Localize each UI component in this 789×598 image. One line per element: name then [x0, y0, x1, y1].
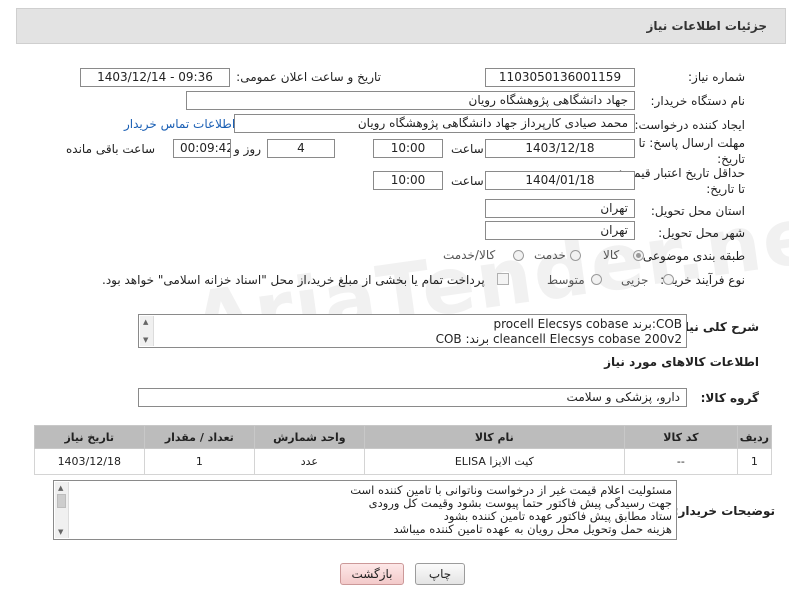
validity-date-field: 1404/01/18 [485, 171, 635, 190]
buyer-notes-label: توضیحات خریدار: [673, 504, 775, 518]
creator-field: محمد صیادی کارپرداز جهاد دانشگاهی پژوهشگ… [234, 114, 635, 133]
cell-name: کیت الایزا ELISA [363, 448, 626, 475]
days-remaining-field: 4 [267, 139, 335, 158]
city-field: تهران [485, 221, 635, 240]
need-number-field: 1103050136001159 [485, 68, 635, 87]
city-label: شهر محل تحویل: [658, 226, 745, 240]
buyer-notes-textarea[interactable]: ▲ ▼ مسئولیت اعلام قیمت غیر از درخواست ون… [53, 480, 677, 540]
goods-group-label: گروه کالا: [700, 391, 759, 405]
remaining-time-label: ساعت باقی مانده [66, 142, 156, 156]
cell-unit: عدد [254, 448, 365, 475]
col-code-header: کد کالا [624, 425, 738, 449]
description-textarea[interactable]: ▲ ▼ COB:برند procell Elecsys cobase clea… [138, 314, 687, 348]
process-minor-radio[interactable] [663, 274, 674, 285]
goods-info-title: اطلاعات کالاهای مورد نیاز [604, 355, 759, 369]
category-service-radio[interactable] [570, 250, 581, 261]
buyer-org-label: نام دستگاه خریدار: [650, 94, 746, 108]
reply-time-label: ساعت [451, 142, 484, 156]
creator-label: ایجاد کننده درخواست: [634, 118, 745, 132]
goods-group-field: دارو، پزشکی و سلامت [138, 388, 687, 407]
validity-time-field: 10:00 [373, 171, 443, 190]
scroll-down-icon[interactable]: ▼ [143, 336, 148, 344]
scroll-up-icon[interactable]: ▲ [58, 484, 63, 492]
treasury-payment-note: پرداخت تمام یا بخشی از مبلغ خرید،از محل … [102, 273, 485, 287]
process-medium-radio[interactable] [591, 274, 602, 285]
col-date-header: تاریخ نیاز [34, 425, 145, 449]
reply-deadline-label: مهلت ارسال پاسخ: تا تاریخ: [638, 136, 745, 166]
province-field: تهران [485, 199, 635, 218]
buyer-org-field: جهاد دانشگاهی پژوهشگاه رویان [186, 91, 635, 110]
description-line-1: COB:برند procell Elecsys cobase [493, 317, 682, 331]
cell-row: 1 [736, 448, 773, 475]
process-minor-label: جزیی [621, 273, 649, 287]
page-title: جزئیات اطلاعات نیاز [646, 19, 767, 33]
cell-code: -- [624, 448, 738, 475]
description-scrollbar[interactable]: ▲ ▼ [140, 316, 154, 346]
back-button[interactable]: بازگشت [340, 563, 404, 585]
category-goods-radio[interactable] [633, 250, 644, 261]
category-goods-label: کالا [603, 248, 620, 262]
announce-date-field: 1403/12/14 - 09:36 [80, 68, 230, 87]
province-label: استان محل تحویل: [650, 204, 745, 218]
category-service-label: خدمت [534, 248, 566, 262]
items-table: ردیف کد کالا نام کالا واحد شمارش تعداد /… [34, 425, 773, 475]
page-header: جزئیات اطلاعات نیاز [16, 8, 786, 44]
col-row-header: ردیف [736, 425, 773, 449]
col-quantity-header: تعداد / مقدار [143, 425, 256, 449]
col-unit-header: واحد شمارش [254, 425, 365, 449]
reply-date-field: 1403/12/18 [485, 139, 635, 158]
remaining-time-field: 00:09:42 [173, 139, 231, 158]
validity-time-label: ساعت [451, 174, 484, 188]
scroll-up-icon[interactable]: ▲ [143, 318, 148, 326]
scroll-thumb[interactable] [57, 494, 66, 508]
description-line-2: cleancell Elecsys cobase 200v2 برند: COB [435, 332, 682, 346]
process-medium-label: متوسط [547, 273, 585, 287]
scroll-down-icon[interactable]: ▼ [58, 528, 63, 536]
category-goods-service-radio[interactable] [513, 250, 524, 261]
category-label: طبقه بندی موضوعی: [638, 249, 745, 263]
category-goods-service-label: کالا/خدمت [443, 248, 496, 262]
print-button[interactable]: چاپ [415, 563, 465, 585]
need-number-label: شماره نیاز: [688, 70, 745, 84]
reply-time-field: 10:00 [373, 139, 443, 158]
notes-scrollbar[interactable]: ▲ ▼ [55, 482, 69, 538]
announce-date-label: تاریخ و ساعت اعلان عمومی: [236, 70, 381, 84]
days-label: روز و [234, 142, 261, 156]
col-name-header: نام کالا [363, 425, 626, 449]
cell-date: 1403/12/18 [34, 448, 145, 475]
cell-quantity: 1 [143, 448, 256, 475]
treasury-payment-checkbox[interactable] [497, 273, 509, 285]
buyer-notes-text: مسئولیت اعلام قیمت غیر از درخواست وناتوا… [350, 484, 672, 536]
buyer-contact-link[interactable]: اطلاعات تماس خریدار [124, 117, 235, 131]
table-header-row: ردیف کد کالا نام کالا واحد شمارش تعداد /… [34, 425, 773, 449]
notes-line: هزینه حمل وتحویل محل رویان به عهده تامین… [393, 522, 672, 536]
table-row: 1 -- کیت الایزا ELISA عدد 1 1403/12/18 [34, 448, 773, 475]
